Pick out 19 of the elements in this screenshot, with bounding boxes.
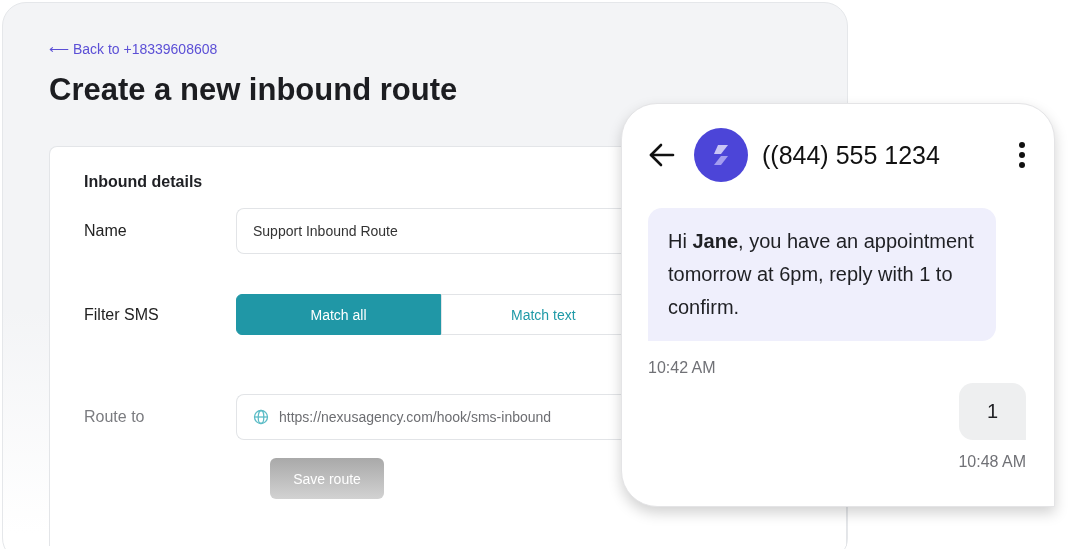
field-label: Filter SMS <box>84 305 160 324</box>
avatar-icon <box>694 128 748 182</box>
globe-icon <box>253 409 269 425</box>
segment-option[interactable]: Match all <box>236 294 441 335</box>
message-bubble: 1 <box>958 383 1026 440</box>
message-bubble: Hi Jane, you have an appointment tomorrow at 6pm, reply with 1 to confirm. <box>648 208 996 341</box>
field-label: Name <box>84 222 128 240</box>
section-heading: Inbound details <box>84 173 203 191</box>
field-label: Route to <box>84 408 146 426</box>
message-time: 10:48 AM <box>958 453 1026 471</box>
url-text: https://nexusagency.com/hook/sms-inbound <box>279 409 552 425</box>
contact-number: ((844) 555 1234 <box>762 140 941 170</box>
name-field[interactable]: Support Inbound Route <box>236 208 623 254</box>
page-title: Create a new inbound route <box>49 72 459 108</box>
back-arrow-icon[interactable] <box>648 143 676 167</box>
segment-option[interactable]: Match text <box>441 294 623 335</box>
back-link[interactable]: ⟵ Back to +18339608608 <box>49 41 218 57</box>
more-options-icon[interactable] <box>1018 141 1026 169</box>
message-time: 10:42 AM <box>648 359 717 377</box>
